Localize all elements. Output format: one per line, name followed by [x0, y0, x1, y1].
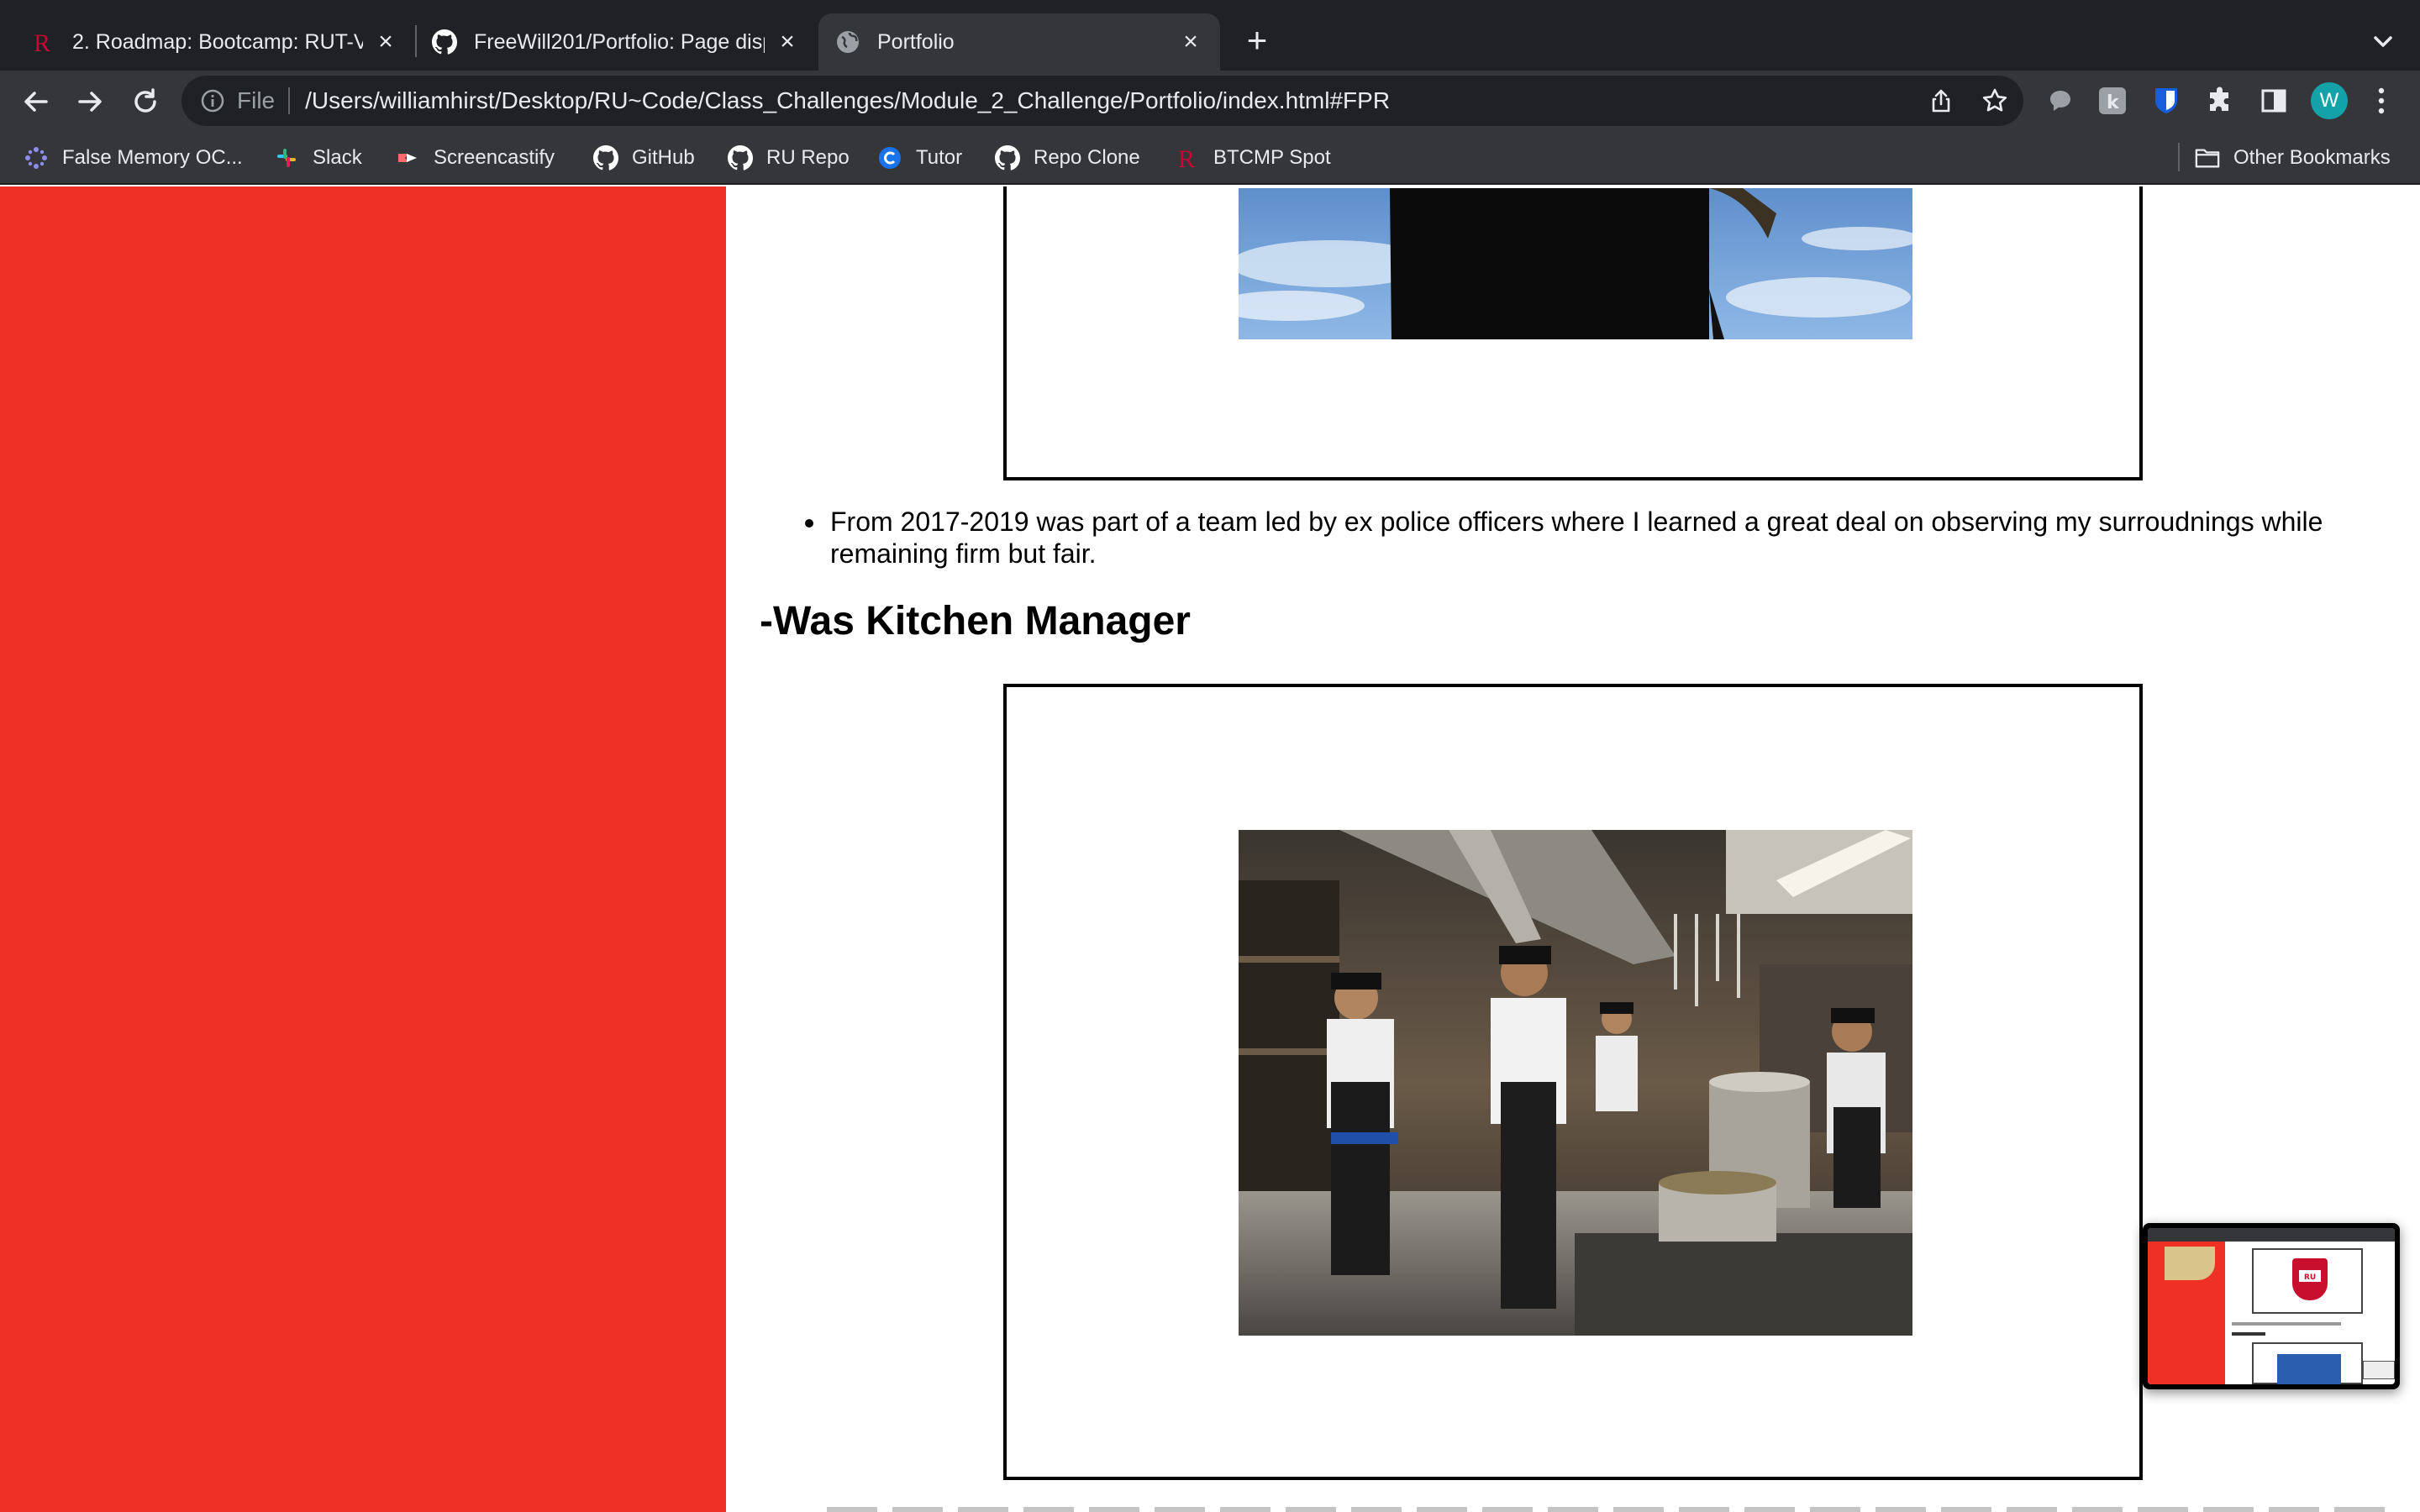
tab-title: FreeWill201/Portfolio: Page display	[474, 29, 765, 54]
thumb-chrome	[2148, 1228, 2395, 1242]
svg-text:RU: RU	[2304, 1273, 2316, 1282]
dots-icon	[24, 145, 49, 171]
image-frame-top	[1003, 186, 2143, 480]
bookmark-slack[interactable]: Slack	[274, 143, 362, 173]
tab-roadmap[interactable]: R 2. Roadmap: Bootcamp: RUT-VIRT ×	[0, 13, 415, 71]
arrow-right-icon	[78, 92, 102, 112]
rutgers-r-icon: R	[30, 29, 55, 55]
bookmark-label: False Memory OC...	[62, 146, 243, 169]
bookmark-label: Repo Clone	[1034, 146, 1140, 169]
tab-portfolio[interactable]: Portfolio ×	[818, 13, 1220, 71]
thumbnail-content: RU	[2148, 1228, 2395, 1384]
forward-button[interactable]	[71, 82, 109, 121]
tab-title: Portfolio	[877, 29, 955, 54]
slack-icon	[274, 145, 299, 171]
image-frame-kitchen	[1003, 684, 2143, 1480]
bookmark-label: Slack	[313, 146, 362, 169]
experience-list: From 2017-2019 was part of a team led by…	[802, 506, 2348, 570]
close-icon[interactable]: ×	[1178, 28, 1203, 55]
bookmark-github[interactable]: GitHub	[593, 143, 695, 173]
bookmark-label: Other Bookmarks	[2233, 146, 2391, 169]
tab-title: 2. Roadmap: Bootcamp: RUT-VIRT	[72, 29, 363, 54]
speech-bubble-extension-icon[interactable]	[2045, 86, 2075, 116]
bookmark-label: GitHub	[632, 146, 695, 169]
github-icon	[593, 145, 618, 171]
other-bookmarks-folder[interactable]: Other Bookmarks	[2195, 143, 2391, 173]
reload-button[interactable]	[126, 82, 165, 121]
clipped-next-line	[827, 1502, 2390, 1512]
reload-icon	[134, 88, 156, 113]
globe-icon	[835, 29, 860, 55]
share-icon[interactable]	[1928, 87, 1954, 114]
bookmark-ru-repo[interactable]: RU Repo	[728, 143, 850, 173]
bookmark-label: BTCMP Spot	[1213, 146, 1331, 169]
arrow-left-icon	[24, 92, 48, 112]
bookmark-label: RU Repo	[766, 146, 850, 169]
url-text[interactable]: /Users/williamhirst/Desktop/RU~Code/Clas…	[305, 87, 1390, 114]
github-icon	[432, 29, 457, 55]
thumb-avatar-image	[2165, 1247, 2215, 1280]
kebab-menu-icon[interactable]	[2366, 86, 2396, 116]
tutor-icon	[877, 145, 902, 171]
kitchen-photo	[1239, 830, 1912, 1336]
puzzle-extensions-icon[interactable]	[2205, 86, 2235, 116]
screencastify-icon	[395, 145, 420, 171]
thumb-small-preview	[2363, 1361, 2395, 1379]
folder-icon	[2195, 145, 2220, 171]
web-page: From 2017-2019 was part of a team led by…	[0, 186, 2420, 1512]
profile-avatar[interactable]: W	[2311, 82, 2348, 119]
rutgers-r-icon: R	[1175, 145, 1200, 171]
thumb-photo	[2277, 1354, 2341, 1384]
url-scheme-label: File	[237, 87, 291, 114]
thumb-crest-icon: RU	[2292, 1258, 2328, 1300]
bookmark-btcmp-spot[interactable]: R BTCMP Spot	[1175, 143, 1331, 173]
close-icon[interactable]: ×	[373, 28, 398, 55]
bookmark-repo-clone[interactable]: Repo Clone	[995, 143, 1140, 173]
new-tab-button[interactable]: +	[1239, 22, 1276, 59]
bookmark-false-memory[interactable]: False Memory OC...	[24, 143, 243, 173]
back-button[interactable]	[17, 82, 55, 121]
svg-text:R: R	[34, 29, 50, 55]
info-icon[interactable]	[200, 88, 225, 113]
screenshot-preview-thumbnail[interactable]: RU	[2143, 1223, 2400, 1389]
star-icon[interactable]	[1981, 87, 2008, 114]
tab-strip: R 2. Roadmap: Bootcamp: RUT-VIRT × FreeW…	[0, 0, 2420, 71]
side-panel-icon[interactable]	[2259, 86, 2289, 116]
thumb-heading	[2232, 1332, 2265, 1336]
tab-github-portfolio[interactable]: FreeWill201/Portfolio: Page display ×	[417, 13, 817, 71]
github-icon	[995, 145, 1020, 171]
close-icon[interactable]: ×	[775, 28, 800, 55]
bookmark-tutor[interactable]: Tutor	[877, 143, 962, 173]
svg-text:R: R	[1178, 145, 1195, 171]
github-icon	[728, 145, 753, 171]
red-sidebar	[0, 186, 726, 1512]
chevron-down-icon[interactable]	[2366, 25, 2400, 59]
security-guard-photo	[1239, 188, 1912, 339]
bookmark-screencastify[interactable]: Screencastify	[395, 143, 555, 173]
section-heading: -Was Kitchen Manager	[760, 599, 1191, 643]
svg-text:k: k	[2107, 92, 2120, 113]
bitwarden-shield-icon[interactable]	[2151, 86, 2181, 116]
k-extension-icon[interactable]: k	[2097, 86, 2128, 116]
bookmarks-bar: False Memory OC... Slack Screencastify G…	[0, 131, 2420, 185]
address-bar[interactable]: File /Users/williamhirst/Desktop/RU~Code…	[182, 76, 2023, 126]
list-item: From 2017-2019 was part of a team led by…	[827, 506, 2348, 570]
bookmark-label: Screencastify	[434, 146, 555, 169]
bookmark-label: Tutor	[916, 146, 963, 169]
bookmarks-divider	[2178, 143, 2180, 171]
thumb-text-line	[2232, 1322, 2341, 1326]
